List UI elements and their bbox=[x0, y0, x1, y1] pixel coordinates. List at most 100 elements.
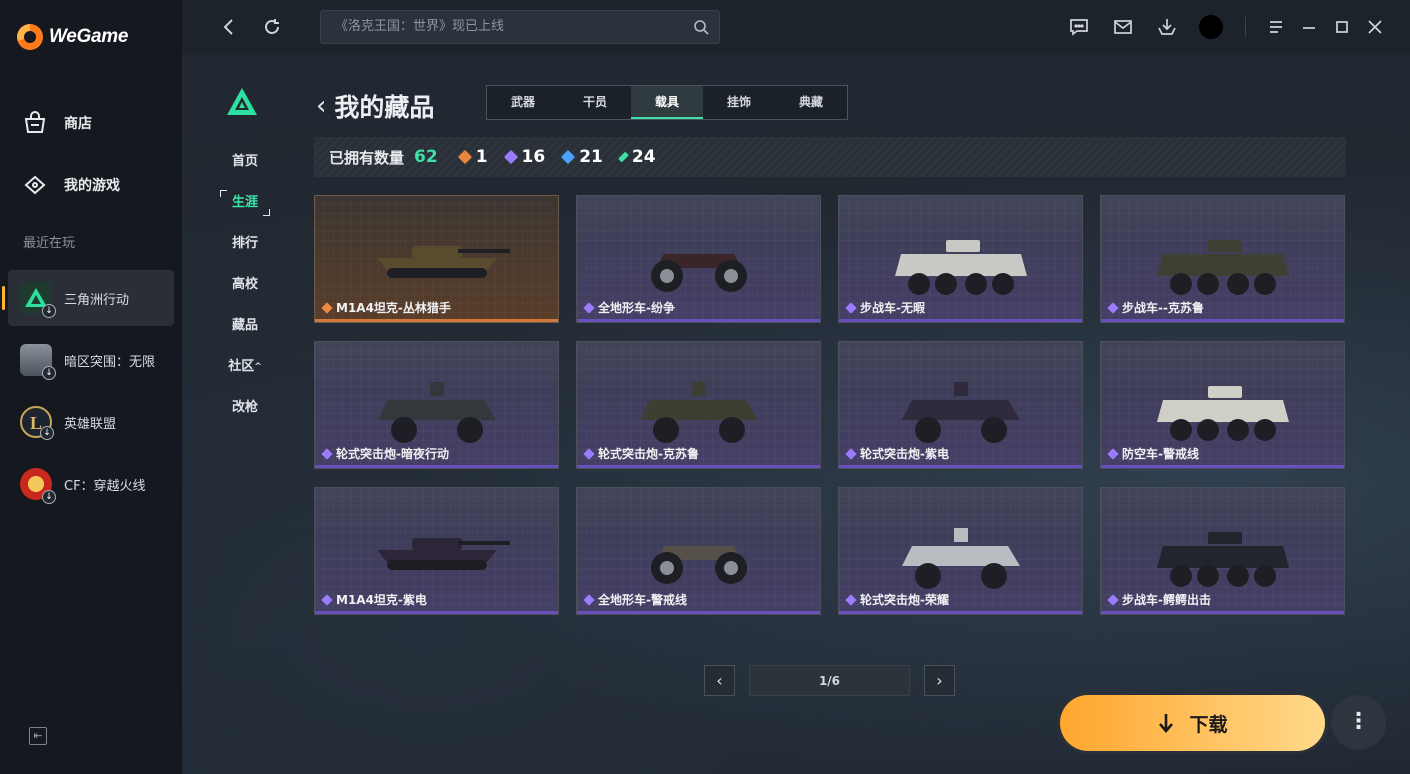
vehicle-image bbox=[362, 232, 512, 288]
card-name: 步战车-鳄鳄出击 bbox=[1107, 591, 1211, 608]
league-of-legends-icon: L ↓ bbox=[20, 406, 54, 440]
collection-card[interactable]: M1A4坦克-丛林猎手 bbox=[314, 195, 559, 323]
rarity-diamond-icon bbox=[845, 447, 857, 460]
arena-breakout-icon: ↓ bbox=[20, 344, 56, 380]
wegame-logo-icon bbox=[17, 24, 43, 50]
subnav-community[interactable]: 社区^ bbox=[220, 354, 270, 380]
menu-icon[interactable] bbox=[1265, 16, 1287, 38]
recent-game-label: 暗区突围：无限 bbox=[64, 354, 156, 370]
card-name: 轮式突击炮-暗夜行动 bbox=[321, 445, 449, 462]
user-avatar[interactable] bbox=[1199, 15, 1223, 39]
recent-game-lol[interactable]: L ↓ 英雄联盟 bbox=[8, 394, 174, 450]
subnav-ranking[interactable]: 排行 bbox=[220, 231, 270, 257]
recent-game-delta-force[interactable]: ↓ 三角洲行动 bbox=[2, 270, 174, 326]
collapse-sidebar-icon[interactable]: ⇤ bbox=[29, 727, 47, 745]
subnav-college[interactable]: 高校 bbox=[220, 272, 270, 298]
tab-weapons[interactable]: 武器 bbox=[487, 86, 559, 119]
collection-grid: M1A4坦克-丛林猎手 全地形车-纷争 步战车-无暇 步战车--克苏鲁 轮式突击… bbox=[314, 195, 1346, 615]
download-badge-icon: ↓ bbox=[42, 304, 56, 318]
subnav-collection[interactable]: 藏品 bbox=[220, 313, 270, 339]
recent-game-label: 英雄联盟 bbox=[64, 416, 117, 432]
card-name-text: 轮式突击炮-荣耀 bbox=[860, 593, 949, 607]
card-name-text: 防空车-警戒线 bbox=[1122, 447, 1199, 461]
recent-games-list: ↓ 三角洲行动 ↓ 暗区突围：无限 L ↓ 英雄联盟 ↓ CF：穿越火线 bbox=[2, 270, 174, 518]
card-name: M1A4坦克-紫电 bbox=[321, 591, 427, 608]
card-name: 步战车-无暇 bbox=[845, 299, 925, 316]
next-page-button[interactable]: › bbox=[924, 665, 955, 696]
vehicle-image bbox=[891, 232, 1031, 306]
subnav-career[interactable]: 生涯 bbox=[220, 190, 270, 216]
refresh-icon[interactable] bbox=[261, 16, 283, 38]
collection-card[interactable]: 轮式突击炮-紫电 bbox=[838, 341, 1083, 469]
owned-summary: 已拥有数量 62 1 16 21 24 bbox=[314, 137, 1346, 177]
vehicle-image bbox=[1153, 378, 1293, 452]
topbar-divider bbox=[1245, 17, 1246, 37]
recent-game-crossfire[interactable]: ↓ CF：穿越火线 bbox=[8, 456, 174, 512]
rarity-diamond-icon bbox=[503, 149, 518, 165]
download-badge-icon: ↓ bbox=[40, 426, 54, 440]
main-content: 首页 生涯 排行 高校 藏品 社区^ 改枪 ‹ 我的藏品 武器 干员 载具 挂饰… bbox=[182, 55, 1410, 774]
minimize-icon[interactable] bbox=[1298, 16, 1320, 38]
rarity-diamond-icon bbox=[1107, 447, 1119, 460]
card-name-text: M1A4坦克-丛林猎手 bbox=[336, 301, 451, 315]
search-icon[interactable] bbox=[693, 19, 709, 35]
delta-force-icon: ↓ bbox=[20, 282, 56, 318]
tab-charms[interactable]: 挂饰 bbox=[703, 86, 775, 119]
card-name-text: 轮式突击炮-克苏鲁 bbox=[598, 447, 699, 461]
vehicle-image bbox=[896, 378, 1026, 454]
rarity-diamond-icon bbox=[1107, 301, 1119, 314]
collection-card[interactable]: 轮式突击炮-荣耀 bbox=[838, 487, 1083, 615]
rarity-diamond-icon bbox=[457, 149, 472, 165]
collection-card[interactable]: 轮式突击炮-克苏鲁 bbox=[576, 341, 821, 469]
nav-my-games[interactable]: 我的游戏 bbox=[22, 170, 120, 200]
back-arrow-icon[interactable] bbox=[218, 16, 240, 38]
chat-icon[interactable] bbox=[1068, 16, 1090, 38]
owned-label: 已拥有数量 bbox=[329, 148, 405, 167]
mail-icon[interactable] bbox=[1112, 16, 1134, 38]
vehicle-image bbox=[629, 524, 769, 592]
rarity-diamond-icon bbox=[845, 593, 857, 606]
maximize-icon[interactable] bbox=[1331, 16, 1353, 38]
rarity-purple-count: 16 bbox=[503, 147, 545, 167]
rarity-diamond-icon bbox=[321, 301, 333, 314]
collection-card[interactable]: 全地形车-警戒线 bbox=[576, 487, 821, 615]
card-name: 步战车--克苏鲁 bbox=[1107, 299, 1204, 316]
vehicle-image bbox=[1153, 524, 1293, 598]
card-name-text: 步战车-无暇 bbox=[860, 301, 925, 315]
page-indicator: 1/6 bbox=[749, 665, 910, 696]
rarity-diamond-icon bbox=[845, 301, 857, 314]
back-chevron-icon[interactable]: ‹ bbox=[316, 91, 326, 121]
pagination: ‹ 1/6 › bbox=[704, 665, 955, 696]
subnav-gun-mod[interactable]: 改枪 bbox=[220, 395, 270, 421]
tab-vehicles[interactable]: 载具 bbox=[631, 86, 703, 119]
rarity-diamond-icon bbox=[321, 593, 333, 606]
vehicle-image bbox=[372, 378, 502, 454]
download-arrow-icon bbox=[1159, 714, 1174, 733]
game-subnav: 首页 生涯 排行 高校 藏品 社区^ 改枪 bbox=[220, 87, 270, 436]
collection-card[interactable]: 步战车-无暇 bbox=[838, 195, 1083, 323]
recent-game-arena-breakout[interactable]: ↓ 暗区突围：无限 bbox=[8, 332, 174, 388]
subnav-home[interactable]: 首页 bbox=[220, 149, 270, 175]
tab-operators[interactable]: 干员 bbox=[559, 86, 631, 119]
collection-card[interactable]: 全地形车-纷争 bbox=[576, 195, 821, 323]
nav-shop[interactable]: 商店 bbox=[22, 108, 120, 138]
search-input[interactable]: 《洛克王国：世界》现已上线 bbox=[320, 10, 720, 44]
recent-label: 最近在玩 bbox=[23, 236, 76, 251]
close-icon[interactable] bbox=[1364, 16, 1386, 38]
collection-card[interactable]: 步战车-鳄鳄出击 bbox=[1100, 487, 1345, 615]
page-title: ‹ 我的藏品 bbox=[316, 88, 434, 124]
wegame-logo[interactable]: WeGame bbox=[17, 24, 128, 50]
collection-card[interactable]: 防空车-警戒线 bbox=[1100, 341, 1345, 469]
owned-total: 62 bbox=[414, 147, 438, 167]
tab-collector[interactable]: 典藏 bbox=[775, 86, 847, 119]
collection-card[interactable]: 轮式突击炮-暗夜行动 bbox=[314, 341, 559, 469]
download-button[interactable]: 下载 bbox=[1060, 695, 1325, 751]
collection-card[interactable]: M1A4坦克-紫电 bbox=[314, 487, 559, 615]
more-options-button[interactable]: ⋮ bbox=[1331, 695, 1386, 750]
crossfire-icon: ↓ bbox=[20, 468, 56, 504]
sidebar: WeGame 商店 我的游戏 最近在玩 ↓ 三角洲行动 ↓ 暗区突围：无限 L … bbox=[0, 0, 182, 774]
prev-page-button[interactable]: ‹ bbox=[704, 665, 735, 696]
collection-card[interactable]: 步战车--克苏鲁 bbox=[1100, 195, 1345, 323]
download-manager-icon[interactable] bbox=[1156, 16, 1178, 38]
vehicle-image bbox=[362, 524, 512, 580]
